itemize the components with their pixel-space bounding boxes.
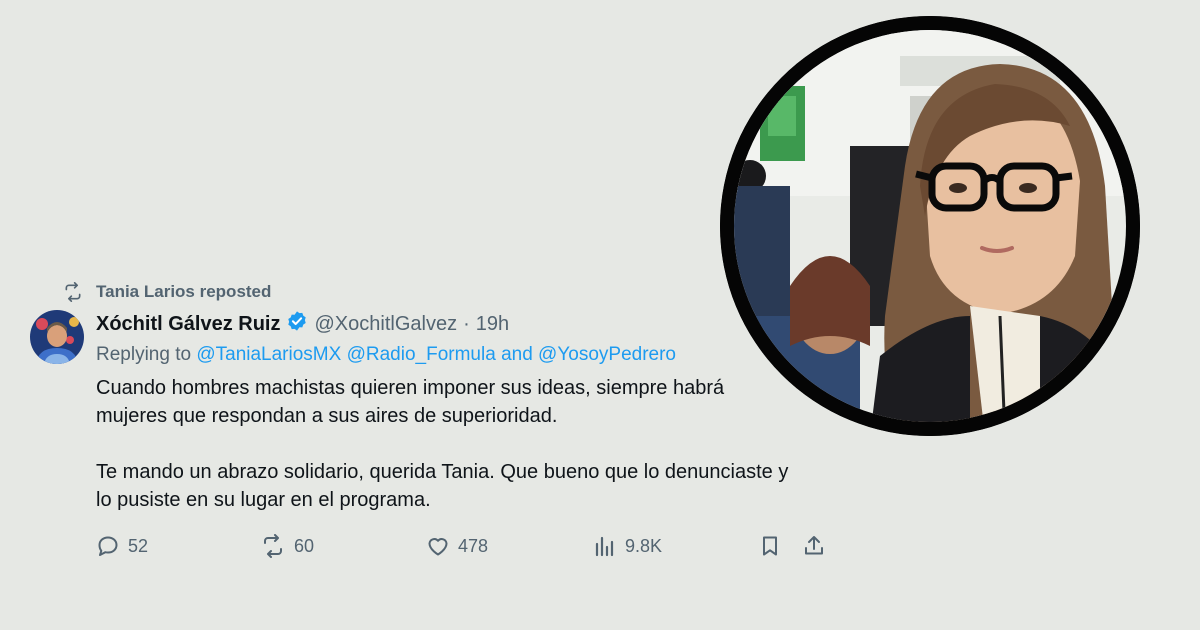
action-bar: 52 60 478 9.8K (96, 534, 836, 562)
timestamp[interactable]: 19h (476, 313, 509, 336)
mention-tanialarios[interactable]: @TaniaLariosMX (196, 344, 341, 365)
reply-button[interactable]: 52 (96, 534, 148, 558)
verified-badge-icon (286, 310, 308, 338)
author-handle[interactable]: @XochitlGalvez (314, 313, 457, 336)
heart-icon (426, 534, 450, 558)
avatar[interactable] (30, 310, 84, 364)
like-count: 478 (458, 535, 489, 556)
like-button[interactable]: 478 (426, 534, 488, 558)
mention-yosoypedrero[interactable]: @YosoyPedrero (538, 344, 676, 365)
bookmark-icon (758, 534, 782, 558)
separator-dot: · (463, 312, 470, 335)
replying-prefix: Replying to (96, 344, 192, 365)
reply-count: 52 (128, 535, 149, 556)
repost-button[interactable]: 60 (260, 534, 314, 558)
author-name[interactable]: Xóchitl Gálvez Ruiz (96, 313, 280, 336)
views-button[interactable]: 9.8K (593, 534, 662, 558)
reply-icon (96, 534, 120, 558)
tweet-card[interactable]: Tania Larios reposted Xóchitl Gálvez Rui… (0, 270, 860, 580)
tweet-paragraph-2: Te mando un abrazo solidario, querida Ta… (96, 461, 789, 511)
views-chart-icon (593, 534, 617, 558)
views-count: 9.8K (625, 535, 663, 556)
profile-photo-circle (720, 16, 1140, 436)
repost-icon (62, 282, 84, 302)
replying-to-line: Replying to @TaniaLariosMX @Radio_Formul… (96, 344, 676, 366)
tweet-header: Xóchitl Gálvez Ruiz @XochitlGalvez · 19h (96, 310, 509, 338)
share-button[interactable] (802, 534, 826, 558)
repost-indicator: Tania Larios reposted (62, 282, 271, 302)
repost-count: 60 (294, 535, 315, 556)
repost-label: Tania Larios reposted (96, 282, 272, 301)
replying-conjunction: and (501, 344, 533, 365)
share-icon (802, 534, 826, 558)
tweet-body: Cuando hombres machistas quieren imponer… (96, 374, 796, 542)
bookmark-button[interactable] (758, 534, 782, 558)
mention-radio-formula[interactable]: @Radio_Formula (347, 344, 496, 365)
retweet-icon (260, 534, 286, 558)
tweet-paragraph-1: Cuando hombres machistas quieren imponer… (96, 377, 725, 427)
